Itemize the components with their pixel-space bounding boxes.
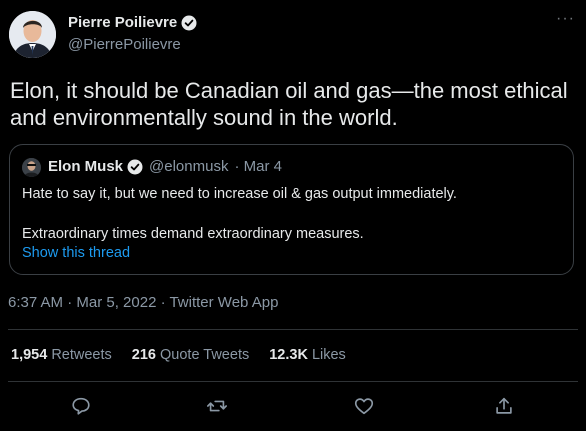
tweet-card: Pierre Poilievre @PierrePoilievre ··· El… bbox=[0, 0, 586, 431]
divider bbox=[8, 329, 578, 330]
engagement-stats: 1,954 Retweets 216 Quote Tweets 12.3K Li… bbox=[11, 347, 346, 363]
verified-icon bbox=[127, 159, 143, 175]
divider bbox=[8, 381, 578, 382]
retweets-count: 1,954 bbox=[11, 347, 48, 363]
quotes-label: Quote Tweets bbox=[160, 347, 250, 363]
action-bar bbox=[0, 392, 586, 422]
quoted-tweet[interactable]: Elon Musk @elonmusk · Mar 4 Hate to say … bbox=[9, 144, 574, 275]
author-display-name[interactable]: Pierre Poilievre bbox=[68, 14, 177, 31]
more-icon[interactable]: ··· bbox=[556, 11, 576, 30]
share-icon[interactable] bbox=[490, 392, 518, 420]
quoted-tweet-text: Hate to say it, but we need to increase … bbox=[22, 184, 562, 244]
like-icon[interactable] bbox=[350, 392, 378, 420]
likes-label: Likes bbox=[311, 347, 346, 363]
tweet-text: Elon, it should be Canadian oil and gas—… bbox=[10, 78, 568, 130]
reply-icon[interactable] bbox=[67, 392, 95, 420]
quoted-tweet-date: · Mar 4 bbox=[234, 158, 282, 175]
quoted-paragraph-2: Extraordinary times demand extraordinary… bbox=[22, 226, 364, 242]
show-thread-link[interactable]: Show this thread bbox=[22, 245, 130, 261]
verified-icon bbox=[181, 15, 197, 31]
quotes-stat[interactable]: 216 Quote Tweets bbox=[132, 347, 249, 363]
tweet-timestamp[interactable]: 6:37 AM · Mar 5, 2022 · Twitter Web App bbox=[8, 294, 278, 311]
author-avatar[interactable] bbox=[9, 11, 56, 58]
quoted-author-avatar bbox=[22, 158, 41, 177]
author-handle[interactable]: @PierrePoilievre bbox=[68, 36, 181, 53]
retweets-stat[interactable]: 1,954 Retweets bbox=[11, 347, 112, 363]
retweets-label: Retweets bbox=[51, 347, 112, 363]
likes-count: 12.3K bbox=[269, 347, 308, 363]
quoted-tweet-header: Elon Musk @elonmusk · Mar 4 bbox=[48, 158, 282, 175]
quoted-author-handle: @elonmusk bbox=[149, 158, 229, 175]
quoted-paragraph-1: Hate to say it, but we need to increase … bbox=[22, 186, 457, 202]
quoted-author-name: Elon Musk bbox=[48, 158, 124, 175]
quotes-count: 216 bbox=[131, 347, 156, 363]
retweet-icon[interactable] bbox=[203, 392, 231, 420]
author-name-row: Pierre Poilievre bbox=[68, 14, 197, 31]
likes-stat[interactable]: 12.3K Likes bbox=[269, 347, 346, 363]
